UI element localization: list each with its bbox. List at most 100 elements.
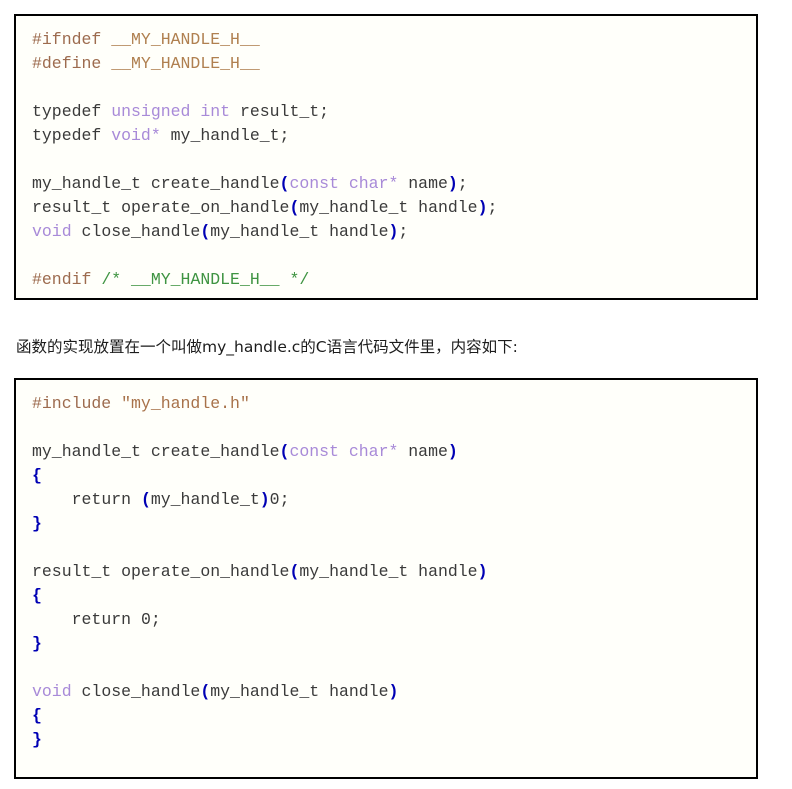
code-token-comment: /* __MY_HANDLE_H__ */ [101, 270, 310, 289]
header-code-block: #ifndef __MY_HANDLE_H__ #define __MY_HAND… [14, 14, 758, 300]
code-token-punct: { [32, 706, 42, 725]
code-token-plain: close_handle [71, 682, 201, 701]
source-code-line: { [32, 464, 756, 488]
code-token-type: void [32, 682, 72, 701]
code-token-punct: ( [279, 174, 290, 193]
code-token-punct: { [32, 466, 42, 485]
code-token-plain: name [398, 174, 448, 193]
source-code-line [32, 536, 756, 560]
code-token-num: 0; [269, 490, 290, 509]
code-token-plain: my_handle_t; [160, 126, 290, 145]
code-token-punct: ( [289, 198, 300, 217]
code-token-punct: ) [477, 198, 488, 217]
code-token-punct: ) [447, 174, 458, 193]
code-token-keyword: return [71, 610, 132, 629]
header-code-line: typedef unsigned int result_t; [32, 100, 756, 124]
code-token-punct: ( [289, 562, 300, 581]
code-token-punct: ( [279, 442, 290, 461]
source-code-line: #include "my_handle.h" [32, 392, 756, 416]
code-token-macro: __MY_HANDLE_H__ [111, 54, 260, 73]
source-code-line: result_t operate_on_handle(my_handle_t h… [32, 560, 756, 584]
code-token-plain: my_handle_t handle [210, 222, 389, 241]
header-code-line: result_t operate_on_handle(my_handle_t h… [32, 196, 756, 220]
source-code-line: my_handle_t create_handle(const char* na… [32, 440, 756, 464]
code-token-punct: ( [140, 490, 151, 509]
code-token-punct: { [32, 586, 42, 605]
header-code-line [32, 76, 756, 100]
code-token-plain: ; [487, 198, 498, 217]
code-token-plain: my_handle_t handle [210, 682, 389, 701]
source-code-line: } [32, 632, 756, 656]
code-token-macro: __MY_HANDLE_H__ [111, 30, 260, 49]
header-code-lines: #ifndef __MY_HANDLE_H__ #define __MY_HAND… [16, 16, 756, 298]
code-token-punct: } [32, 634, 42, 653]
code-token-keyword: typedef [32, 102, 102, 121]
code-token-plain: close_handle [71, 222, 201, 241]
code-token-plain: my_handle_t [150, 490, 260, 509]
code-token-plain: ; [398, 222, 409, 241]
code-token-pre: #include [32, 394, 112, 413]
code-token-plain: name [398, 442, 448, 461]
source-code-line: return 0; [32, 608, 756, 632]
source-code-line: return (my_handle_t)0; [32, 488, 756, 512]
code-token-plain: result_t; [230, 102, 330, 121]
code-token-plain: ; [457, 174, 468, 193]
code-token-type: const char* [289, 174, 399, 193]
code-token-string: "my_handle.h" [121, 394, 250, 413]
code-token-punct: ) [259, 490, 270, 509]
code-token-num: 0; [140, 610, 161, 629]
source-code-line: } [32, 512, 756, 536]
code-token-type: void* [111, 126, 161, 145]
code-token-plain: my_handle_t create_handle [32, 174, 280, 193]
source-code-line: void close_handle(my_handle_t handle) [32, 680, 756, 704]
code-token-punct: ) [388, 222, 399, 241]
source-code-line: { [32, 584, 756, 608]
page-root: #ifndef __MY_HANDLE_H__ #define __MY_HAND… [0, 0, 792, 789]
source-code-line: { [32, 704, 756, 728]
header-code-line [32, 148, 756, 172]
code-token-keyword: return [71, 490, 132, 509]
header-code-line: #endif /* __MY_HANDLE_H__ */ [32, 268, 756, 292]
code-token-plain: result_t operate_on_handle [32, 198, 290, 217]
code-token-punct: ( [200, 682, 211, 701]
code-token-plain: my_handle_t handle [299, 562, 478, 581]
code-token-punct: ) [477, 562, 488, 581]
code-token-type: void [32, 222, 72, 241]
code-token-punct: } [32, 730, 42, 749]
source-code-line [32, 656, 756, 680]
code-token-punct: ( [200, 222, 211, 241]
header-code-line: my_handle_t create_handle(const char* na… [32, 172, 756, 196]
header-code-line: #define __MY_HANDLE_H__ [32, 52, 756, 76]
code-token-plain: my_handle_t create_handle [32, 442, 280, 461]
source-code-line: } [32, 728, 756, 752]
code-token-plain: result_t operate_on_handle [32, 562, 290, 581]
code-token-plain: my_handle_t handle [299, 198, 478, 217]
header-code-line: typedef void* my_handle_t; [32, 124, 756, 148]
header-code-line: void close_handle(my_handle_t handle); [32, 220, 756, 244]
code-token-type: const char* [289, 442, 399, 461]
caption-text: 函数的实现放置在一个叫做my_handle.c的C语言代码文件里，内容如下: [16, 338, 518, 356]
code-token-pre: #ifndef [32, 30, 102, 49]
code-token-punct: } [32, 514, 42, 533]
code-token-type: unsigned int [111, 102, 231, 121]
header-code-line [32, 244, 756, 268]
source-code-line [32, 416, 756, 440]
code-token-keyword: typedef [32, 126, 102, 145]
code-token-pre: #endif [32, 270, 92, 289]
source-code-block: #include "my_handle.h" my_handle_t creat… [14, 378, 758, 779]
source-code-lines: #include "my_handle.h" my_handle_t creat… [16, 380, 756, 762]
code-token-punct: ) [447, 442, 458, 461]
code-token-punct: ) [388, 682, 399, 701]
code-token-pre: #define [32, 54, 102, 73]
header-code-line: #ifndef __MY_HANDLE_H__ [32, 28, 756, 52]
